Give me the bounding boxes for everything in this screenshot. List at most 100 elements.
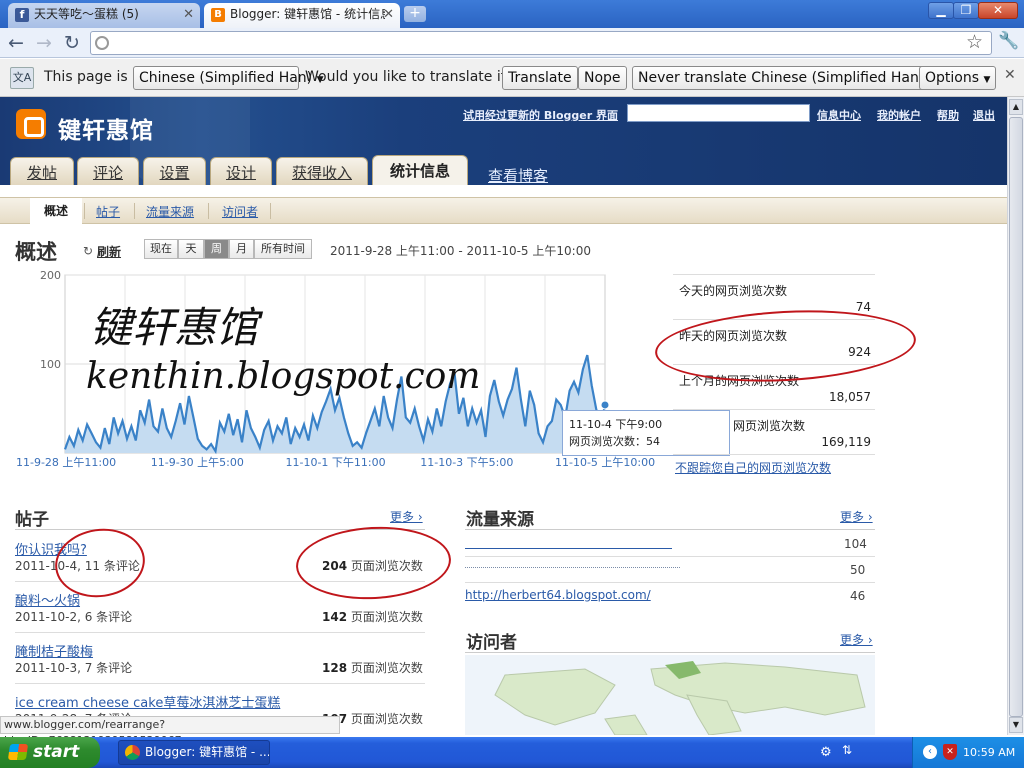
tab-strip: f 天天等吃～蛋糕 (5) ✕ B Blogger: 键轩惠馆 - 统计信息 ✕…	[0, 0, 1024, 28]
subtab-traffic[interactable]: 流量来源	[146, 203, 194, 220]
x-tick-label: 11-9-30 上午5:00	[151, 456, 244, 469]
maximize-button[interactable]: ❐	[953, 2, 979, 19]
post-title-4[interactable]: ice cream cheese cake草莓冰淇淋芝士蛋糕	[15, 692, 280, 711]
security-shield-icon[interactable]: ✕	[943, 744, 957, 760]
clock: 10:59 AM	[963, 746, 1016, 759]
address-bar[interactable]	[90, 31, 992, 55]
traffic-source-3[interactable]: http://herbert64.blogspot.com/	[465, 588, 651, 602]
post-views-3: 128 页面浏览次数	[322, 659, 423, 676]
language-icon[interactable]: ⇅	[842, 743, 852, 757]
chart-tooltip: 11-10-4 下午9:00 网页浏览次数：54	[562, 410, 730, 456]
header-search-input[interactable]	[627, 104, 810, 122]
reload-icon[interactable]: ↻	[64, 33, 80, 53]
options-button[interactable]: Options ▼	[919, 66, 997, 90]
taskbar: start Blogger: 键轩惠馆 - ... ⚙ ⇅ ‹ ✕ 10:59 …	[0, 737, 1024, 768]
x-tick-label: 11-9-28 上午11:00	[16, 456, 116, 469]
x-tick-label: 11-10-5 上午10:00	[555, 456, 655, 469]
translate-question: Would you like to translate it?	[305, 69, 514, 85]
range-week[interactable]: 周	[204, 239, 229, 259]
refresh-icon: ↻	[83, 244, 94, 258]
posts-more-link[interactable]: 更多 ›	[390, 508, 423, 525]
post-title-2[interactable]: 酿料～火锅	[15, 590, 80, 609]
my-account-link[interactable]: 我的帐户	[877, 107, 921, 123]
blog-title: 键轩惠馆	[58, 118, 154, 144]
divider	[465, 556, 875, 557]
chrome-icon	[125, 745, 140, 760]
traffic-count-1: 104	[844, 537, 867, 551]
post-title-3[interactable]: 腌制桔子酸梅	[15, 641, 93, 660]
divider	[673, 454, 875, 455]
sign-out-link[interactable]: 退出	[973, 107, 995, 123]
traffic-source-2[interactable]	[465, 563, 680, 568]
posts-section-title: 帖子	[15, 510, 49, 530]
translate-button[interactable]: Translate	[502, 66, 578, 90]
traffic-more-link[interactable]: 更多 ›	[840, 508, 873, 525]
tooltip-value: 网页浏览次数：54	[569, 435, 660, 448]
scroll-up-icon[interactable]: ▲	[1009, 99, 1023, 115]
close-window-button[interactable]: ✕	[978, 2, 1018, 19]
view-blog-link[interactable]: 查看博客	[488, 165, 548, 186]
range-day[interactable]: 天	[178, 239, 204, 259]
nope-button[interactable]: Nope	[578, 66, 627, 90]
tab-facebook[interactable]: f 天天等吃～蛋糕 (5) ✕	[8, 3, 200, 28]
divider	[270, 203, 271, 219]
taskbar-item-chrome[interactable]: Blogger: 键轩惠馆 - ...	[118, 740, 270, 765]
views-label: 页面浏览次数	[350, 712, 423, 726]
tab-posting[interactable]: 发帖	[10, 157, 74, 185]
star-icon[interactable]: ☆	[966, 31, 983, 53]
traffic-source-1[interactable]	[465, 541, 672, 549]
range-all-time[interactable]: 所有时间	[254, 239, 312, 259]
range-month[interactable]: 月	[229, 239, 254, 259]
tab-settings[interactable]: 设置	[143, 157, 206, 185]
ime-icon[interactable]: ⚙	[820, 745, 832, 760]
subtab-overview[interactable]: 概述	[30, 198, 82, 224]
divider	[673, 409, 875, 410]
visitors-more-link[interactable]: 更多 ›	[840, 631, 873, 648]
start-button[interactable]: start	[0, 737, 100, 768]
visitors-map[interactable]	[465, 655, 875, 735]
never-translate-button[interactable]: Never translate Chinese (Simplified Han)	[632, 66, 931, 90]
post-views-2: 142 页面浏览次数	[322, 608, 423, 625]
minimize-button[interactable]: ▁	[928, 2, 954, 19]
divider	[15, 632, 425, 633]
traffic-count-2: 50	[850, 563, 866, 577]
tab-stats[interactable]: 统计信息	[372, 155, 468, 185]
wrench-icon[interactable]: 🔧	[998, 31, 1019, 51]
y-tick-label: 100	[40, 358, 61, 371]
language-select[interactable]: Chinese (Simplified Han) ▼	[133, 66, 324, 90]
vertical-scrollbar[interactable]: ▲ ▼	[1007, 97, 1024, 735]
close-icon[interactable]: ✕	[383, 4, 394, 26]
scroll-thumb[interactable]	[1009, 117, 1023, 717]
tab-monetize[interactable]: 获得收入	[276, 157, 368, 185]
range-now[interactable]: 现在	[144, 239, 178, 259]
forward-arrow-icon[interactable]: →	[36, 33, 52, 53]
stat-label-today: 今天的网页浏览次数	[679, 284, 788, 298]
divider	[15, 683, 425, 684]
globe-icon	[95, 36, 109, 50]
divider	[465, 652, 875, 653]
subtab-audience[interactable]: 访问者	[222, 203, 258, 220]
divider	[465, 582, 875, 583]
help-link[interactable]: 帮助	[937, 107, 959, 123]
new-tab-button[interactable]: +	[404, 6, 426, 22]
tab-blogger[interactable]: B Blogger: 键轩惠馆 - 统计信息 ✕	[204, 3, 400, 28]
tab-design[interactable]: 设计	[210, 157, 272, 185]
try-new-interface-link[interactable]: 试用经过更新的 Blogger 界面	[463, 107, 618, 123]
highlight-point[interactable]	[600, 400, 610, 410]
close-icon[interactable]: ✕	[1004, 67, 1016, 83]
refresh-link[interactable]: 刷新	[97, 243, 121, 260]
visitors-section-title: 访问者	[466, 633, 517, 653]
subtab-posts[interactable]: 帖子	[96, 203, 120, 220]
facebook-icon: f	[15, 8, 29, 22]
tab-comments[interactable]: 评论	[77, 157, 139, 185]
scroll-down-icon[interactable]: ▼	[1009, 717, 1023, 733]
divider	[673, 274, 875, 275]
blogger-logo-icon[interactable]	[16, 109, 46, 139]
dashboard-link[interactable]: 信息中心	[817, 107, 861, 123]
overview-title: 概述	[15, 240, 57, 264]
dont-track-link[interactable]: 不跟踪您自己的网页浏览次数	[675, 459, 831, 476]
navigation-bar: ← → ↻ ☆ 🔧	[0, 28, 1024, 58]
back-arrow-icon[interactable]: ←	[8, 33, 24, 53]
close-icon[interactable]: ✕	[183, 4, 194, 26]
tray-arrow-icon[interactable]: ‹	[923, 745, 937, 759]
